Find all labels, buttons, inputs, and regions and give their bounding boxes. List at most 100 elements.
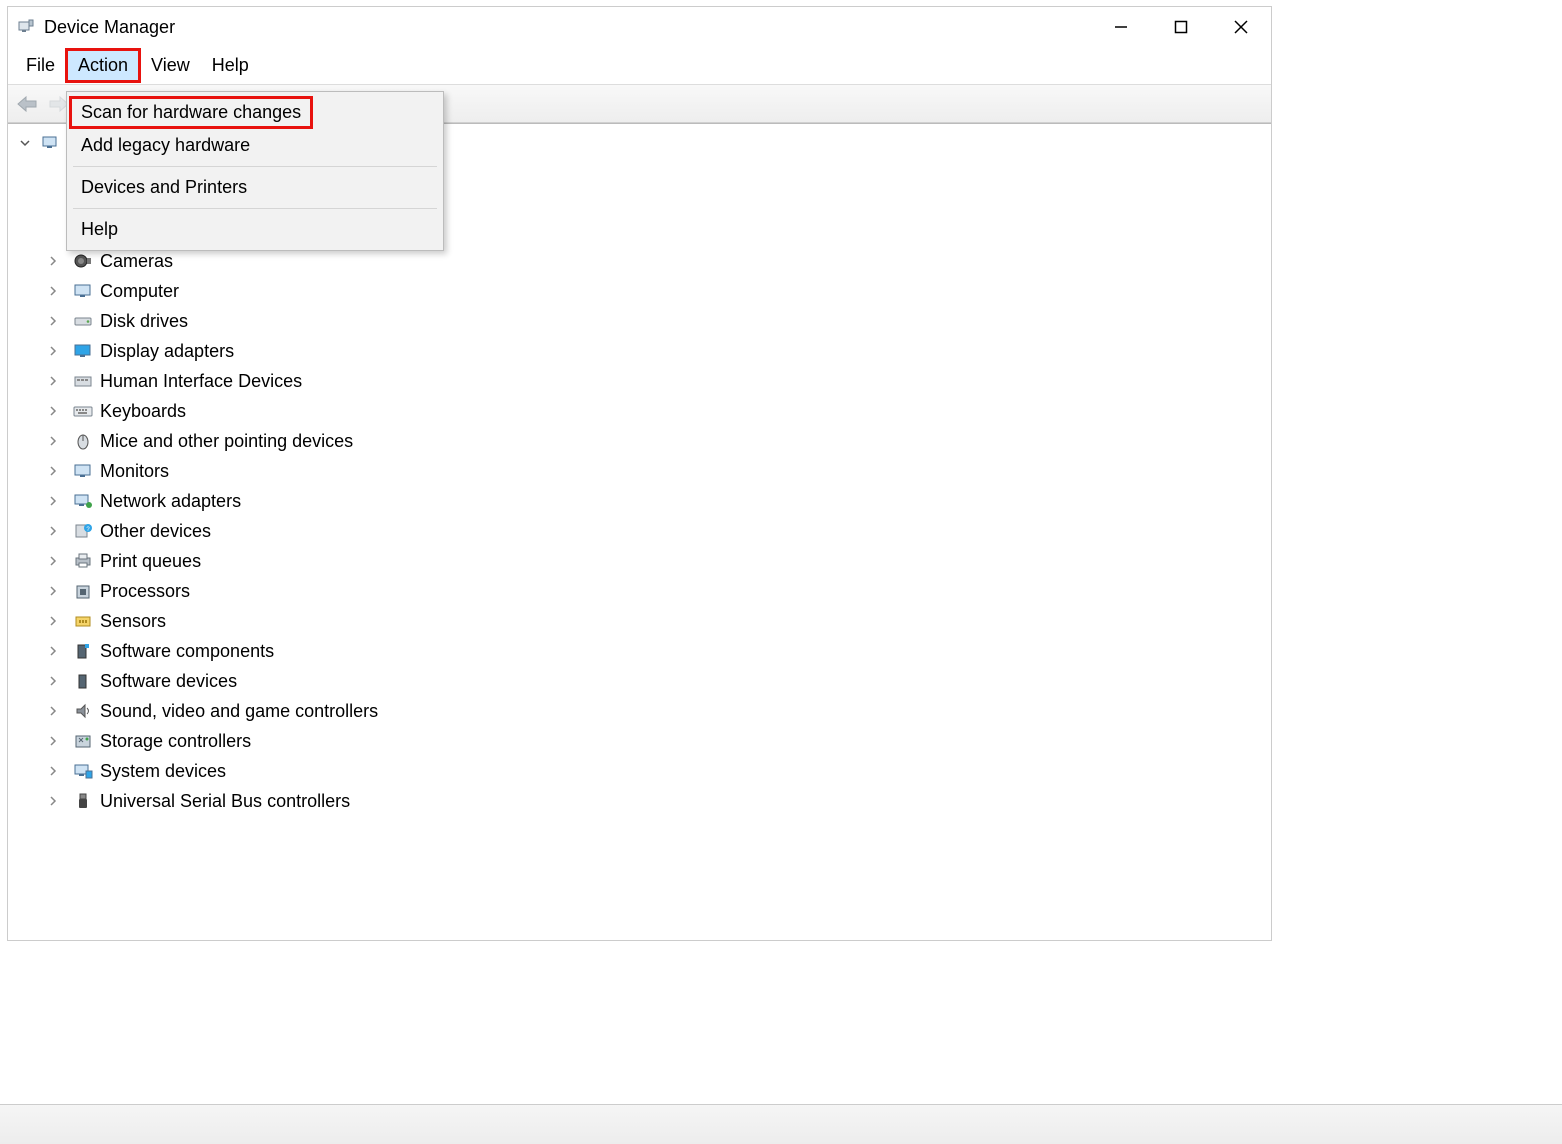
menu-help[interactable]: Help bbox=[202, 51, 259, 80]
tree-item[interactable]: Software devices bbox=[20, 666, 1271, 696]
tree-item[interactable]: Universal Serial Bus controllers bbox=[20, 786, 1271, 816]
tree-item-label: Universal Serial Bus controllers bbox=[100, 791, 350, 812]
system-icon bbox=[72, 760, 94, 782]
window-title: Device Manager bbox=[44, 17, 1091, 38]
chevron-right-icon bbox=[48, 556, 66, 566]
chevron-right-icon bbox=[48, 256, 66, 266]
chevron-right-icon bbox=[48, 676, 66, 686]
tree-item-label: Software devices bbox=[100, 671, 237, 692]
tree-item[interactable]: Storage controllers bbox=[20, 726, 1271, 756]
back-button[interactable] bbox=[14, 91, 40, 117]
tree-item-label: Network adapters bbox=[100, 491, 241, 512]
chevron-right-icon bbox=[48, 796, 66, 806]
tree-item[interactable]: Sensors bbox=[20, 606, 1271, 636]
dropdown-scan-hardware[interactable]: Scan for hardware changes bbox=[67, 96, 443, 129]
tree-item-label: Cameras bbox=[100, 251, 173, 272]
tree-item-label: Mice and other pointing devices bbox=[100, 431, 353, 452]
window-buttons bbox=[1091, 7, 1271, 47]
tree-item-label: Sensors bbox=[100, 611, 166, 632]
software-icon bbox=[72, 640, 94, 662]
chevron-right-icon bbox=[48, 466, 66, 476]
printer-icon bbox=[72, 550, 94, 572]
chevron-right-icon bbox=[48, 406, 66, 416]
tree-item-label: Computer bbox=[100, 281, 179, 302]
chevron-right-icon bbox=[48, 436, 66, 446]
app-icon bbox=[16, 17, 36, 37]
tree-item[interactable]: Keyboards bbox=[20, 396, 1271, 426]
tree-item-label: System devices bbox=[100, 761, 226, 782]
tree-item-label: Disk drives bbox=[100, 311, 188, 332]
chevron-right-icon bbox=[48, 346, 66, 356]
monitor-icon bbox=[72, 460, 94, 482]
tree-item-label: Human Interface Devices bbox=[100, 371, 302, 392]
chevron-down-icon bbox=[20, 138, 38, 148]
device-manager-window: Device Manager File Action View Help bbox=[7, 6, 1272, 941]
chevron-right-icon bbox=[48, 766, 66, 776]
usb-icon bbox=[72, 790, 94, 812]
display-icon bbox=[72, 340, 94, 362]
tree-item-label: Display adapters bbox=[100, 341, 234, 362]
tree-item[interactable]: Processors bbox=[20, 576, 1271, 606]
taskbar-area bbox=[0, 1104, 1562, 1144]
menubar: File Action View Help bbox=[8, 47, 1271, 85]
dropdown-scan-label: Scan for hardware changes bbox=[81, 102, 301, 122]
tree-item[interactable]: Computer bbox=[20, 276, 1271, 306]
chevron-right-icon bbox=[48, 496, 66, 506]
tree-item-label: Software components bbox=[100, 641, 274, 662]
dropdown-help[interactable]: Help bbox=[67, 213, 443, 246]
tree-item-label: Storage controllers bbox=[100, 731, 251, 752]
maximize-button[interactable] bbox=[1151, 7, 1211, 47]
dropdown-separator bbox=[73, 208, 437, 209]
titlebar: Device Manager bbox=[8, 7, 1271, 47]
network-icon bbox=[72, 490, 94, 512]
softdev-icon bbox=[72, 670, 94, 692]
chevron-right-icon bbox=[48, 316, 66, 326]
tree-item-label: Print queues bbox=[100, 551, 201, 572]
camera-icon bbox=[72, 250, 94, 272]
chevron-right-icon bbox=[48, 736, 66, 746]
chevron-right-icon bbox=[48, 646, 66, 656]
computer-root-icon bbox=[42, 135, 60, 151]
hid-icon bbox=[72, 370, 94, 392]
tree-item[interactable]: Network adapters bbox=[20, 486, 1271, 516]
tree-item-label: Keyboards bbox=[100, 401, 186, 422]
tree-item[interactable]: Print queues bbox=[20, 546, 1271, 576]
dropdown-separator bbox=[73, 166, 437, 167]
close-button[interactable] bbox=[1211, 7, 1271, 47]
chevron-right-icon bbox=[48, 526, 66, 536]
tree-item[interactable]: Sound, video and game controllers bbox=[20, 696, 1271, 726]
tree-item-label: Other devices bbox=[100, 521, 211, 542]
tree-item[interactable]: ? Other devices bbox=[20, 516, 1271, 546]
menu-file[interactable]: File bbox=[16, 51, 65, 80]
tree-item[interactable]: Monitors bbox=[20, 456, 1271, 486]
chevron-right-icon bbox=[48, 616, 66, 626]
keyboard-icon bbox=[72, 400, 94, 422]
dropdown-add-legacy[interactable]: Add legacy hardware bbox=[67, 129, 443, 162]
tree-item[interactable]: Disk drives bbox=[20, 306, 1271, 336]
disk-icon bbox=[72, 310, 94, 332]
chevron-right-icon bbox=[48, 706, 66, 716]
tree-item-label: Sound, video and game controllers bbox=[100, 701, 378, 722]
menu-action[interactable]: Action bbox=[67, 50, 139, 81]
cpu-icon bbox=[72, 580, 94, 602]
sensor-icon bbox=[72, 610, 94, 632]
tree-item[interactable]: System devices bbox=[20, 756, 1271, 786]
storage-icon bbox=[72, 730, 94, 752]
chevron-right-icon bbox=[48, 286, 66, 296]
tree-item[interactable]: Software components bbox=[20, 636, 1271, 666]
chevron-right-icon bbox=[48, 586, 66, 596]
tree-item[interactable]: Mice and other pointing devices bbox=[20, 426, 1271, 456]
other-icon: ? bbox=[72, 520, 94, 542]
mouse-icon bbox=[72, 430, 94, 452]
chevron-right-icon bbox=[48, 376, 66, 386]
tree-item-label: Processors bbox=[100, 581, 190, 602]
monitor-icon bbox=[72, 280, 94, 302]
sound-icon bbox=[72, 700, 94, 722]
dropdown-devices-printers[interactable]: Devices and Printers bbox=[67, 171, 443, 204]
menu-view[interactable]: View bbox=[141, 51, 200, 80]
tree-item[interactable]: Display adapters bbox=[20, 336, 1271, 366]
action-dropdown: Scan for hardware changes Add legacy har… bbox=[66, 91, 444, 251]
minimize-button[interactable] bbox=[1091, 7, 1151, 47]
tree-item[interactable]: Human Interface Devices bbox=[20, 366, 1271, 396]
tree-item-label: Monitors bbox=[100, 461, 169, 482]
